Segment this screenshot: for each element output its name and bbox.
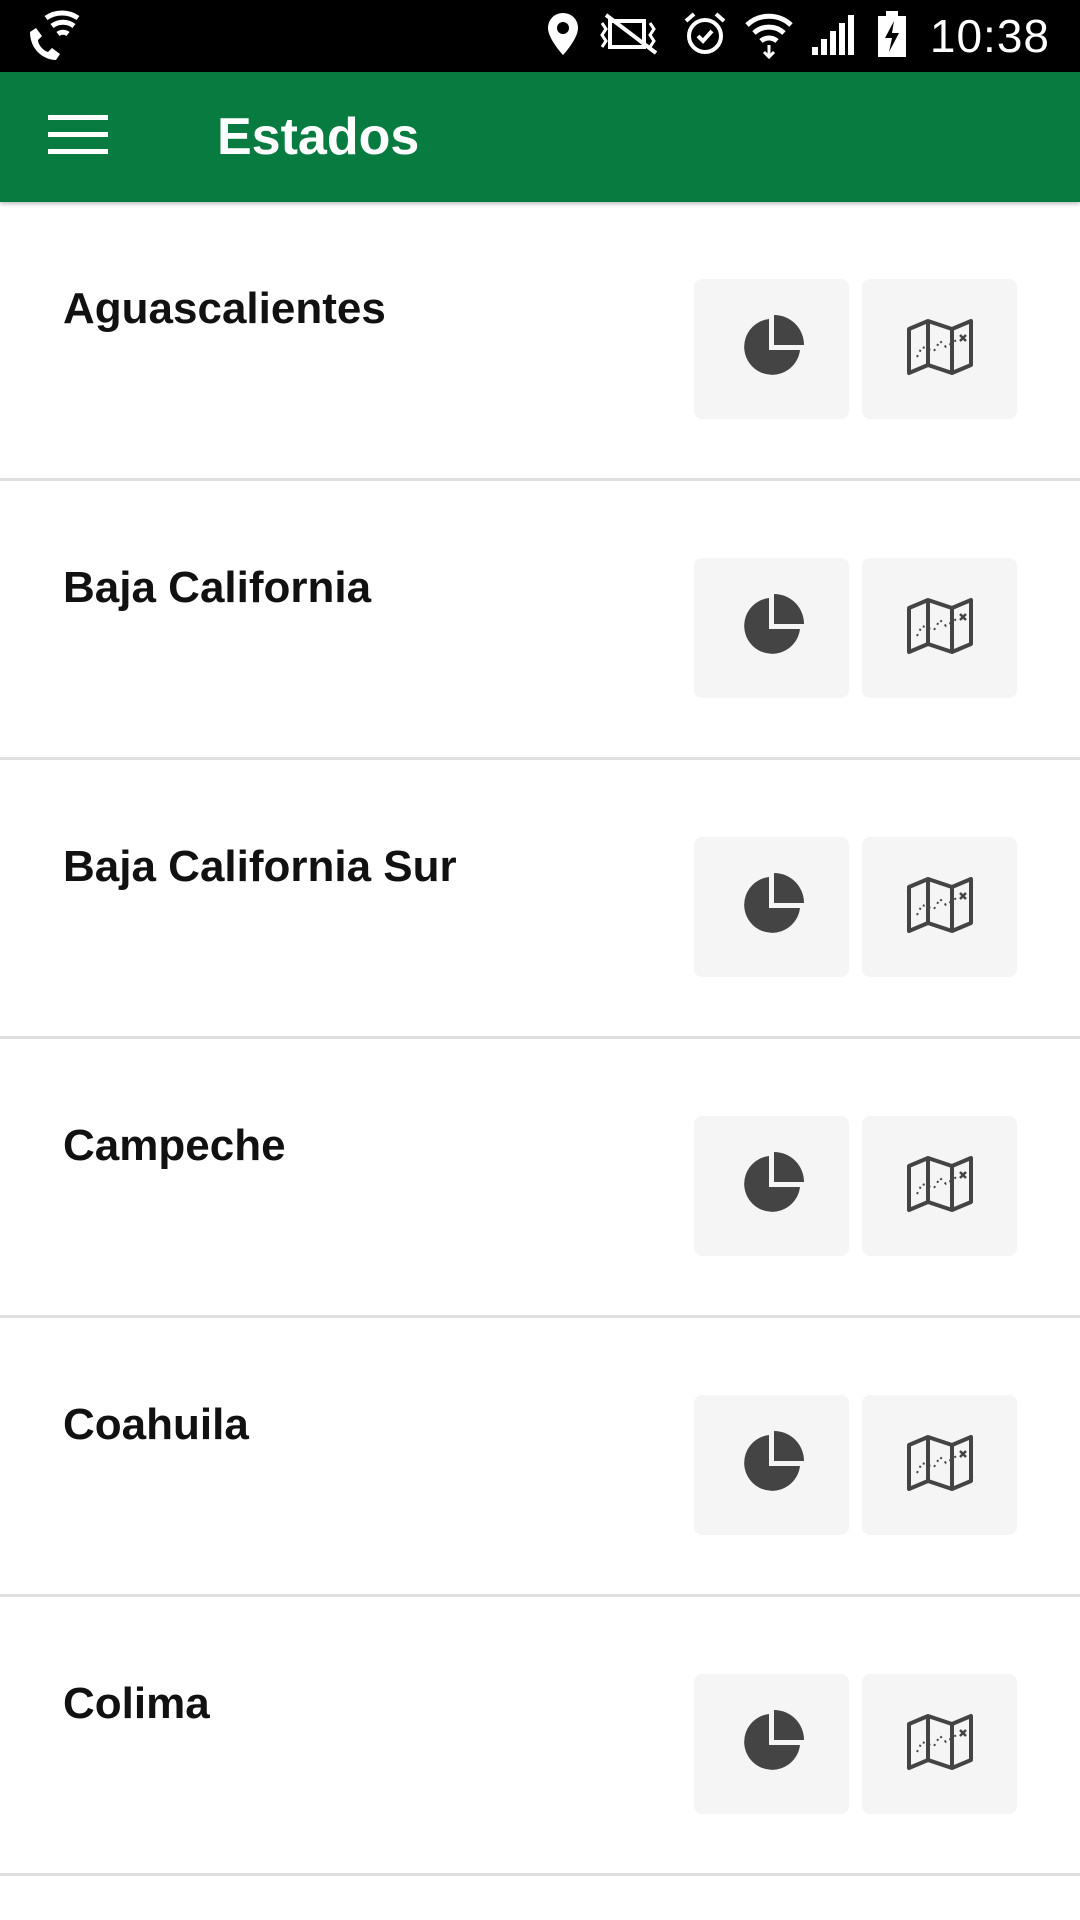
map-button[interactable] (862, 837, 1017, 977)
state-name[interactable]: Baja California Sur (63, 842, 457, 892)
alarm-icon (682, 11, 728, 62)
stats-button[interactable] (694, 558, 849, 698)
menu-button[interactable] (30, 97, 126, 177)
battery-charging-icon (876, 9, 908, 64)
hamburger-menu-icon (48, 113, 108, 162)
map-button[interactable] (862, 1116, 1017, 1256)
stats-button[interactable] (694, 1395, 849, 1535)
list-item: Campeche (0, 1039, 1080, 1318)
wifi-call-icon (26, 10, 82, 62)
nfc-muted-icon (596, 11, 666, 62)
stats-button[interactable] (694, 279, 849, 419)
pie-chart-icon (738, 1429, 806, 1502)
location-icon (546, 11, 580, 62)
state-name[interactable]: Coahuila (63, 1400, 249, 1450)
map-button[interactable] (862, 1395, 1017, 1535)
map-icon (906, 596, 974, 661)
state-name[interactable]: Aguascalientes (63, 284, 386, 334)
state-name[interactable]: Colima (63, 1679, 210, 1729)
list-item: Baja California (0, 481, 1080, 760)
list-item: Baja California Sur (0, 760, 1080, 1039)
status-time: 10:38 (929, 10, 1050, 62)
state-name[interactable]: Campeche (63, 1121, 286, 1171)
list-item: Colima (0, 1597, 1080, 1876)
pie-chart-icon (738, 1150, 806, 1223)
map-icon (906, 1712, 974, 1777)
wifi-icon (744, 9, 794, 64)
stats-button[interactable] (694, 1674, 849, 1814)
status-bar: 10:38 (0, 0, 1080, 72)
pie-chart-icon (738, 871, 806, 944)
list-item: Aguascalientes (0, 202, 1080, 481)
pie-chart-icon (738, 1708, 806, 1781)
app-bar: Estados (0, 72, 1080, 202)
list-item: Coahuila (0, 1318, 1080, 1597)
pie-chart-icon (738, 313, 806, 386)
map-button[interactable] (862, 558, 1017, 698)
stats-button[interactable] (694, 837, 849, 977)
pie-chart-icon (738, 592, 806, 665)
stats-button[interactable] (694, 1116, 849, 1256)
map-icon (906, 1154, 974, 1219)
page-title: Estados (217, 108, 420, 166)
map-icon (906, 317, 974, 382)
map-button[interactable] (862, 279, 1017, 419)
map-icon (906, 875, 974, 940)
signal-icon (810, 11, 860, 62)
state-name[interactable]: Baja California (63, 563, 371, 613)
map-button[interactable] (862, 1674, 1017, 1814)
state-list: Aguascalientes Baja California Baja Cali… (0, 202, 1080, 1920)
map-icon (906, 1433, 974, 1498)
